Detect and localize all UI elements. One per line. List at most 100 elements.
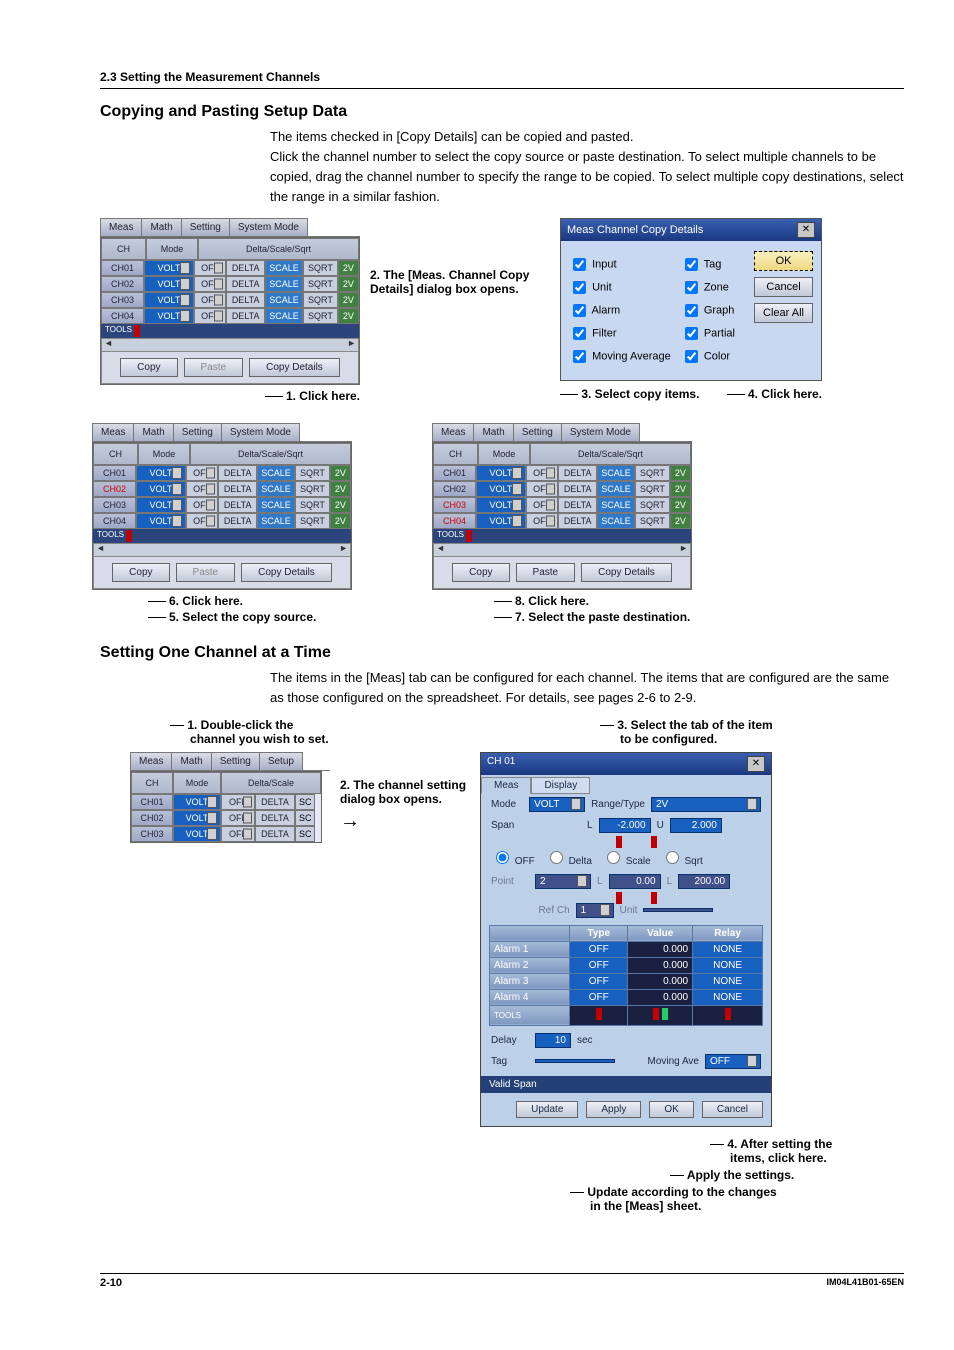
paste-button[interactable]: Paste [176,563,236,582]
delta[interactable]: DELTA [226,308,264,324]
radio-delta[interactable]: Delta [545,848,592,867]
ch01[interactable]: CH01 [131,794,173,810]
tab-meas[interactable]: Meas [92,423,134,441]
off[interactable]: OFF [194,260,227,276]
ch01[interactable]: CH01 [93,465,136,481]
mavg-select[interactable]: OFF [705,1054,761,1069]
ch01[interactable]: CH01 [101,260,144,276]
chk-graph[interactable]: Graph [681,301,744,320]
tab-setting[interactable]: Setting [173,423,222,441]
paste-button[interactable]: Paste [184,358,244,377]
v2[interactable]: 2V [338,276,359,292]
refch-select[interactable]: 1 [576,903,614,918]
off[interactable]: OFF [194,292,227,308]
point-l[interactable]: 0.00 [609,874,661,889]
tag-input[interactable] [535,1059,615,1063]
close-icon[interactable]: ✕ [747,756,765,772]
mode[interactable]: VOLT [144,308,194,324]
tab-setting[interactable]: Setting [211,752,260,770]
tab-math[interactable]: Math [133,423,173,441]
tab-meas[interactable]: Meas [481,777,531,794]
alarm1-relay[interactable]: NONE [693,941,763,957]
tab-math[interactable]: Math [171,752,211,770]
ch04-selected[interactable]: CH04 [433,513,476,529]
chk-color[interactable]: Color [681,347,744,366]
sqrt[interactable]: SQRT [303,276,338,292]
ch02[interactable]: CH02 [101,276,144,292]
apply-button[interactable]: Apply [586,1101,641,1118]
ok-button[interactable]: OK [754,251,813,271]
copy-button[interactable]: Copy [120,358,177,377]
alarm1-type[interactable]: OFF [570,941,628,957]
v2[interactable]: 2V [338,292,359,308]
chk-partial[interactable]: Partial [681,324,744,343]
ch04[interactable]: CH04 [101,308,144,324]
mode-select[interactable]: VOLT [529,797,585,812]
tab-math[interactable]: Math [141,218,181,236]
sqrt[interactable]: SQRT [303,308,338,324]
tab-meas[interactable]: Meas [432,423,474,441]
chk-zone[interactable]: Zone [681,278,744,297]
tab-system[interactable]: System Mode [561,423,640,441]
chk-alarm[interactable]: Alarm [569,301,671,320]
copy-details-button[interactable]: Copy Details [581,563,672,582]
tab-display[interactable]: Display [531,777,590,794]
point-select[interactable]: 2 [535,874,591,889]
mode[interactable]: VOLT [144,292,194,308]
delta[interactable]: DELTA [226,260,264,276]
tab-meas[interactable]: Meas [130,752,172,770]
radio-sqrt[interactable]: Sqrt [661,848,703,867]
chk-unit[interactable]: Unit [569,278,671,297]
scale[interactable]: SCALE [265,292,303,308]
paste-button[interactable]: Paste [516,563,576,582]
copy-button[interactable]: Copy [112,563,169,582]
cancel-button[interactable]: Cancel [702,1101,763,1118]
ch03[interactable]: CH03 [101,292,144,308]
copy-button[interactable]: Copy [452,563,509,582]
chk-tag[interactable]: Tag [681,255,744,274]
alarm1-value[interactable]: 0.000 [628,941,693,957]
radio-scale[interactable]: Scale [602,848,651,867]
point-u[interactable]: 200.00 [678,874,730,889]
tab-setting[interactable]: Setting [513,423,562,441]
unit-input[interactable] [643,908,713,912]
off[interactable]: OFF [194,308,227,324]
tab-setup[interactable]: Setup [259,752,303,770]
scrollbar[interactable] [93,543,351,557]
close-icon[interactable]: ✕ [797,222,815,238]
radio-off[interactable]: OFF [491,848,535,867]
ch03-selected[interactable]: CH03 [433,497,476,513]
tab-system[interactable]: System Mode [229,218,308,236]
scale[interactable]: SCALE [265,308,303,324]
update-button[interactable]: Update [516,1101,578,1118]
scale[interactable]: SCALE [265,276,303,292]
ch02-selected[interactable]: CH02 [93,481,136,497]
ok-button[interactable]: OK [649,1101,693,1118]
chk-input[interactable]: Input [569,255,671,274]
delay-input[interactable]: 10 [535,1033,571,1048]
scrollbar[interactable] [101,338,359,352]
sqrt[interactable]: SQRT [303,292,338,308]
cancel-button[interactable]: Cancel [754,277,813,297]
span-l[interactable]: -2.000 [599,818,651,833]
clearall-button[interactable]: Clear All [754,303,813,323]
copy-details-button[interactable]: Copy Details [249,358,340,377]
chk-filter[interactable]: Filter [569,324,671,343]
delta[interactable]: DELTA [226,292,264,308]
span-u[interactable]: 2.000 [670,818,722,833]
off[interactable]: OFF [194,276,227,292]
tab-meas[interactable]: Meas [100,218,142,236]
scale[interactable]: SCALE [265,260,303,276]
sqrt[interactable]: SQRT [303,260,338,276]
mode-ch01[interactable]: VOLT [144,260,194,276]
v2[interactable]: 2V [338,260,359,276]
mode[interactable]: VOLT [144,276,194,292]
delta[interactable]: DELTA [226,276,264,292]
scrollbar[interactable] [433,543,691,557]
chk-mavg[interactable]: Moving Average [569,347,671,366]
v2[interactable]: 2V [338,308,359,324]
tab-math[interactable]: Math [473,423,513,441]
copy-details-button[interactable]: Copy Details [241,563,332,582]
tab-setting[interactable]: Setting [181,218,230,236]
tab-system[interactable]: System Mode [221,423,300,441]
